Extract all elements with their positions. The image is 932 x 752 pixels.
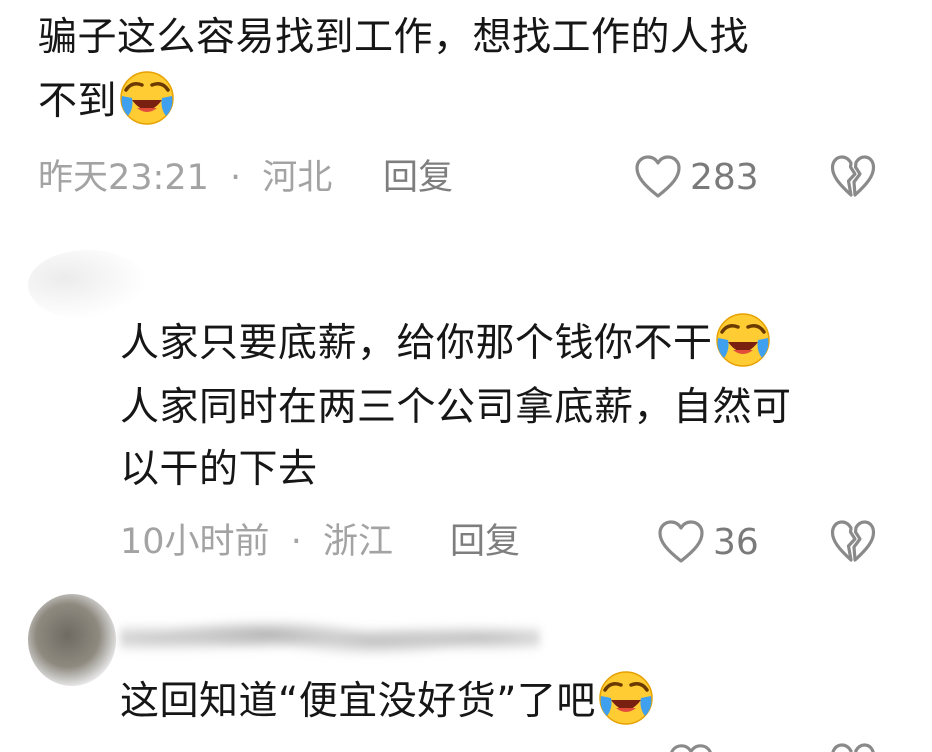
comment-1-text-line-2-content: 不到 — [38, 79, 118, 124]
comment-2-location: 浙江 — [322, 522, 393, 562]
comment-1: 骗子这么容易找到工作，想找工作的人找 不到 昨天23:21 · 河北 回复 28… — [0, 0, 932, 215]
comment-1-text-line-1: 骗子这么容易找到工作，想找工作的人找 — [38, 15, 750, 60]
comment-2-like-button[interactable] — [657, 519, 705, 565]
broken-heart-icon — [831, 743, 875, 752]
comment-2-text-line-3: 以干的下去 — [120, 447, 318, 492]
laughing-crying-emoji-icon — [599, 671, 653, 725]
comment-2-time: 10小时前 — [120, 522, 270, 562]
comment-1-meta: 昨天23:21 · 河北 — [38, 156, 332, 200]
heart-outline-icon — [635, 155, 681, 198]
meta-separator: · — [290, 522, 302, 562]
heart-outline-icon — [658, 520, 704, 563]
laughing-crying-emoji-icon — [715, 313, 770, 367]
meta-separator: · — [230, 158, 242, 198]
avatar[interactable] — [28, 594, 116, 686]
comment-1-text-line-2: 不到 — [38, 70, 175, 132]
comment-2-like-count: 36 — [713, 522, 759, 563]
comment-1-dislike-button[interactable] — [830, 154, 876, 200]
dislike-icon-partial[interactable] — [830, 742, 876, 752]
broken-heart-icon — [830, 520, 876, 562]
comment-1-reply-button[interactable]: 回复 — [383, 156, 453, 200]
comment-2: 人家只要底薪，给你那个钱你不干 人家同时在两三个公司拿底薪，自然可 以干的下去 … — [0, 232, 932, 592]
username-blurred[interactable] — [120, 602, 540, 674]
comment-2-dislike-button[interactable] — [830, 519, 876, 565]
comment-2-text-line-1: 人家只要底薪，给你那个钱你不干 — [120, 312, 771, 374]
comment-1-like-button[interactable] — [634, 154, 682, 200]
heart-outline-icon — [670, 744, 712, 752]
comment-3: 这回知道“便宜没好货”了吧 — [0, 592, 932, 752]
laughing-crying-emoji-icon — [120, 71, 174, 125]
comment-2-reply-button[interactable]: 回复 — [450, 520, 520, 564]
comment-3-text-line-1-content: 这回知道“便宜没好货”了吧 — [120, 679, 596, 724]
broken-heart-icon — [830, 155, 876, 197]
comment-2-text-line-1-content: 人家只要底薪，给你那个钱你不干 — [120, 321, 713, 366]
comment-3-text-line-1: 这回知道“便宜没好货”了吧 — [120, 670, 654, 732]
comment-1-location: 河北 — [262, 158, 333, 198]
comment-1-like-count: 283 — [690, 157, 759, 198]
comment-1-time: 昨天23:21 — [38, 158, 209, 198]
comment-2-text-line-2: 人家同时在两三个公司拿底薪，自然可 — [120, 385, 792, 430]
avatar[interactable] — [28, 250, 148, 320]
like-icon-partial[interactable] — [668, 742, 714, 752]
comment-2-meta: 10小时前 · 浙江 — [120, 520, 393, 564]
